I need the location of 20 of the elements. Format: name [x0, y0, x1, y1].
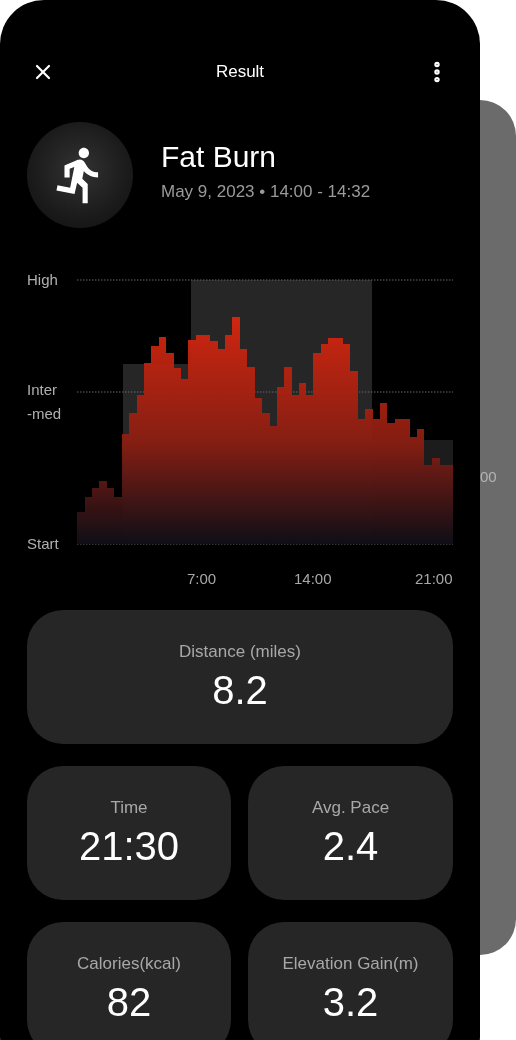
axis-label: Inter -med — [27, 380, 62, 424]
stat-value: 8.2 — [212, 667, 268, 713]
stat-value: 2.4 — [322, 823, 379, 869]
stat-value: 21:30 — [78, 823, 180, 869]
stat-label: Time — [110, 797, 148, 818]
axis-label: Start — [27, 534, 59, 554]
axis-label: High — [27, 270, 58, 290]
workout-date-time: May 9, 2023 • 14:00 - 14:32 — [161, 182, 371, 202]
stat-value: 3.2 — [322, 979, 379, 1025]
stat-label: Calories(kcal) — [77, 953, 181, 974]
stat-value: 82 — [106, 979, 152, 1025]
stat-label: Distance (miles) — [179, 641, 301, 662]
axis-label: 7:00 — [187, 570, 217, 587]
axis-label: 14:00 — [294, 570, 332, 587]
axis-label: 00 — [480, 468, 497, 485]
axis-label: 21:00 — [415, 570, 453, 587]
workout-name: Fat Burn — [161, 140, 278, 174]
stat-label: Avg. Pace — [311, 797, 390, 818]
screen-title: Result — [215, 62, 265, 82]
stat-label: Elevation Gain(m) — [282, 953, 419, 974]
